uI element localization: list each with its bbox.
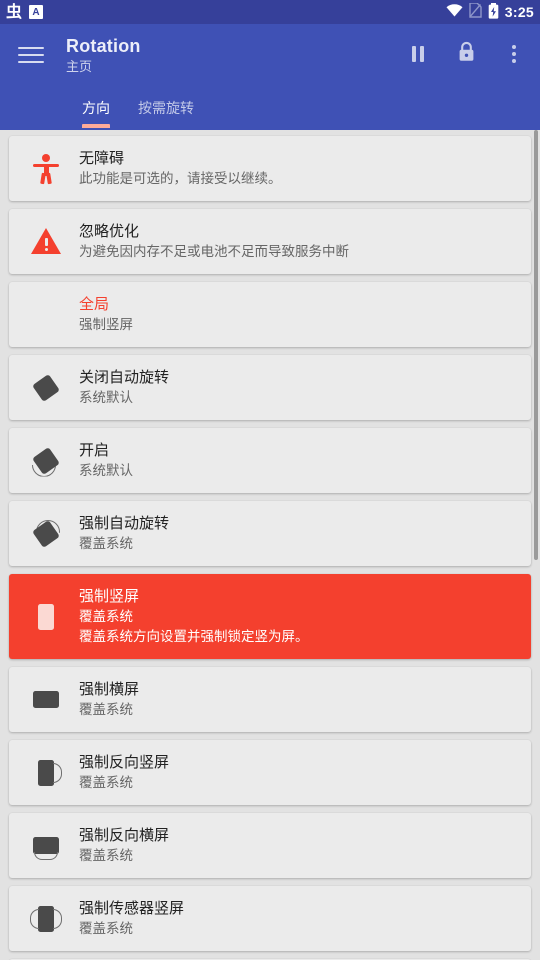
hamburger-menu-icon[interactable]	[14, 38, 48, 72]
list-item-title: 强制自动旋转	[79, 515, 170, 532]
lock-button[interactable]	[454, 41, 478, 67]
list-item-text: 无障碍 此功能是可选的，请接受以继续。	[73, 148, 282, 189]
force-sensor-portrait-icon	[19, 901, 73, 937]
list-item-force-reverse-portrait[interactable]: 强制反向竖屏 覆盖系统	[9, 740, 531, 805]
list-item-text: 忽略优化 为避免因内存不足或电池不足而导致服务中断	[73, 221, 349, 262]
force-reverse-portrait-icon	[19, 755, 73, 791]
force-portrait-icon	[19, 599, 73, 635]
toolbar-actions	[406, 41, 526, 67]
list-item-text: 强制横屏 覆盖系统	[73, 679, 139, 720]
pause-button[interactable]	[406, 42, 430, 66]
pause-icon	[412, 46, 424, 62]
list-item-title: 强制竖屏	[79, 588, 140, 605]
list-item-global[interactable]: 全局 强制竖屏	[9, 282, 531, 347]
hamburger-bar	[18, 54, 44, 56]
bug-icon: 虫	[6, 2, 23, 21]
list-item-force-reverse-landscape[interactable]: 强制反向横屏 覆盖系统	[9, 813, 531, 878]
list-item-subtitle: 系统默认	[79, 390, 133, 405]
list-item-force-auto-rotate[interactable]: 强制自动旋转 覆盖系统	[9, 501, 531, 566]
list-item-subtitle: 覆盖系统	[79, 536, 133, 551]
list-item-subtitle: 覆盖系统	[79, 702, 133, 717]
list-item-subtitle: 为避免因内存不足或电池不足而导致服务中断	[79, 244, 349, 259]
list-item-title: 强制反向横屏	[79, 827, 170, 844]
toolbar-main-row: Rotation 主页	[0, 24, 540, 86]
list-item-title: 强制横屏	[79, 681, 140, 698]
list-item-description: 覆盖系统方向设置并强制锁定竖为屏。	[79, 629, 309, 644]
tab-label: 方向	[82, 100, 110, 116]
list-item-text: 强制竖屏 覆盖系统 覆盖系统方向设置并强制锁定竖为屏。	[73, 586, 309, 647]
app-toolbar: Rotation 主页 方向 按需旋转	[0, 24, 540, 130]
list-item-subtitle: 覆盖系统	[79, 848, 133, 863]
rotation-force-auto-icon	[19, 516, 73, 552]
tab-label: 按需旋转	[138, 100, 194, 116]
force-landscape-icon	[19, 682, 73, 718]
list-item-subtitle: 此功能是可选的，请接受以继续。	[79, 171, 282, 186]
rotation-off-icon	[19, 370, 73, 406]
list-item-subtitle: 覆盖系统	[79, 609, 133, 624]
list-item-text: 强制反向竖屏 覆盖系统	[73, 752, 169, 793]
list-item-accessibility[interactable]: 无障碍 此功能是可选的，请接受以继续。	[9, 136, 531, 201]
tab-on-demand-rotation[interactable]: 按需旋转	[124, 98, 208, 128]
list-item-rotation-on[interactable]: 开启 系统默认	[9, 428, 531, 493]
more-vert-icon	[512, 45, 516, 63]
status-bar-right-icons: 3:25	[446, 2, 534, 22]
list-item-text: 强制反向横屏 覆盖系统	[73, 825, 169, 866]
status-bar-left-icons: 虫 A	[6, 2, 44, 21]
list-item-title: 强制反向竖屏	[79, 754, 170, 771]
list-item-auto-rotate-off[interactable]: 关闭自动旋转 系统默认	[9, 355, 531, 420]
warning-triangle-icon	[19, 224, 73, 260]
list-item-text: 开启 系统默认	[73, 440, 133, 481]
list-item-text: 关闭自动旋转 系统默认	[73, 367, 169, 408]
list-item-title: 强制传感器竖屏	[79, 900, 185, 917]
list-item-title: 忽略优化	[79, 223, 140, 240]
hamburger-bar	[18, 61, 44, 63]
battery-charging-icon	[488, 2, 499, 22]
tab-active-indicator	[82, 124, 110, 128]
list-item-title: 无障碍	[79, 150, 125, 167]
list-item-force-portrait[interactable]: 强制竖屏 覆盖系统 覆盖系统方向设置并强制锁定竖为屏。	[9, 574, 531, 659]
list-item-subtitle: 系统默认	[79, 463, 133, 478]
hamburger-bar	[18, 47, 44, 49]
vertical-scrollbar[interactable]	[534, 130, 538, 560]
tab-orientation[interactable]: 方向	[68, 98, 124, 128]
status-bar-clock: 3:25	[504, 4, 534, 20]
rotation-on-icon	[19, 443, 73, 479]
toolbar-titles: Rotation 主页	[66, 35, 141, 76]
wifi-icon	[446, 4, 463, 20]
boxed-a-icon: A	[29, 5, 44, 19]
list-item-ignore-optimization[interactable]: 忽略优化 为避免因内存不足或电池不足而导致服务中断	[9, 209, 531, 274]
list-item-title: 开启	[79, 442, 110, 459]
list-item-text: 强制传感器竖屏 覆盖系统	[73, 898, 184, 939]
page-subtitle: 主页	[66, 59, 93, 74]
overflow-menu-button[interactable]	[502, 42, 526, 66]
list-item-force-landscape[interactable]: 强制横屏 覆盖系统	[9, 667, 531, 732]
list-item-subtitle: 强制竖屏	[79, 317, 133, 332]
status-bar: 虫 A 3:25	[0, 0, 540, 24]
accessibility-icon	[19, 151, 73, 187]
app-root: 虫 A 3:25 Rotation 主页 方向 按需旋转 无障碍 此功能是可选的…	[0, 0, 540, 960]
page-title: Rotation	[66, 36, 141, 56]
list-item-force-sensor-portrait[interactable]: 强制传感器竖屏 覆盖系统	[9, 886, 531, 951]
list-item-subtitle: 覆盖系统	[79, 775, 133, 790]
settings-list[interactable]: 无障碍 此功能是可选的，请接受以继续。 忽略优化 为避免因内存不足或电池不足而导…	[0, 130, 540, 960]
force-reverse-landscape-icon	[19, 828, 73, 864]
list-item-title: 全局	[79, 296, 110, 313]
list-item-title: 关闭自动旋转	[79, 369, 170, 386]
list-item-subtitle: 覆盖系统	[79, 921, 133, 936]
list-item-text: 全局 强制竖屏	[73, 294, 133, 335]
tab-bar: 方向 按需旋转	[0, 86, 540, 128]
lock-icon	[457, 41, 476, 67]
list-item-text: 强制自动旋转 覆盖系统	[73, 513, 169, 554]
no-sim-icon	[469, 2, 482, 21]
